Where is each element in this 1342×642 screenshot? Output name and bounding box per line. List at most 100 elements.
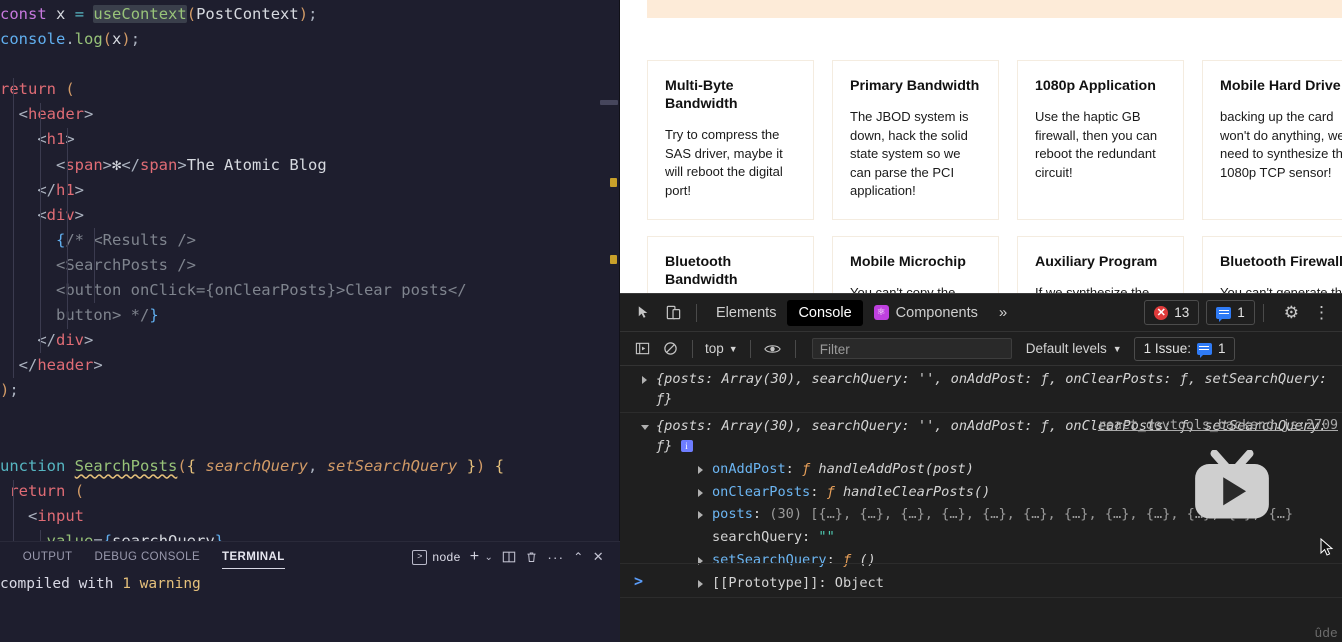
property-value: handleClearPosts() xyxy=(843,484,990,500)
terminal-shell-chip[interactable]: > node xyxy=(412,550,460,565)
expand-arrow-icon[interactable] xyxy=(698,466,703,474)
console-log-entry[interactable]: {posts: Array(30), searchQuery: '', onAd… xyxy=(620,366,1342,413)
post-card[interactable]: Bluetooth Bandwidth xyxy=(647,236,814,301)
console-output[interactable]: {posts: Array(30), searchQuery: '', onAd… xyxy=(620,366,1342,598)
console-property-row[interactable]: posts: (30) [{…}, {…}, {…}, {…}, {…}, {…… xyxy=(656,503,1342,526)
code-line: <header> xyxy=(0,102,620,127)
issues-label: 1 Issue: xyxy=(1144,341,1191,356)
panel-tab-terminal[interactable]: TERMINAL xyxy=(211,542,296,572)
panel-tab-output[interactable]: OUTPUT xyxy=(12,542,84,572)
chevron-down-icon[interactable]: ⌄ xyxy=(484,552,493,563)
function-keyword-icon: ƒ xyxy=(802,461,810,477)
post-card[interactable]: Auxiliary Program If we synthesize the xyxy=(1017,236,1184,301)
post-card[interactable]: Mobile Hard Drive backing up the card wo… xyxy=(1202,60,1342,220)
execution-context-selector[interactable]: top ▼ xyxy=(701,341,742,356)
log-levels-label: Default levels xyxy=(1026,341,1107,356)
panel-tab-bar: 2 OUTPUT DEBUG CONSOLE TERMINAL > node +… xyxy=(0,542,620,572)
message-count-badge[interactable]: 1 xyxy=(1206,300,1255,325)
post-card-body: The JBOD system is down, hack the solid … xyxy=(850,108,981,201)
expand-arrow-icon[interactable] xyxy=(698,489,703,497)
post-card[interactable]: Bluetooth Firewall You can't generate th… xyxy=(1202,236,1342,301)
devtools-panel: Elements Console ⚛ Components » ✕ 13 1 xyxy=(620,293,1342,642)
tab-components[interactable]: ⚛ Components xyxy=(863,300,989,326)
panel-tab-debug-console[interactable]: DEBUG CONSOLE xyxy=(83,542,211,572)
console-source-link[interactable]: react_devtools_backend.js:2709 xyxy=(1098,416,1338,436)
terminal-shell-label: node xyxy=(432,550,460,564)
indent-guide xyxy=(13,480,14,541)
expand-arrow-icon[interactable] xyxy=(642,376,647,384)
post-card-title: Bluetooth Bandwidth xyxy=(665,253,796,289)
property-value: (30) [{…}, {…}, {…}, {…}, {…}, {…}, {…},… xyxy=(769,506,1293,522)
inspect-element-icon[interactable] xyxy=(628,299,658,327)
panel-actions: > node + ⌄ ··· ⌃ ✕ xyxy=(412,548,614,566)
web-page: Multi-Byte Bandwidth Try to compress the… xyxy=(620,0,1342,300)
code-editor[interactable]: const x = useContext(PostContext); conso… xyxy=(0,0,620,541)
post-card-title: Mobile Microchip xyxy=(850,253,981,271)
close-icon[interactable]: ✕ xyxy=(593,549,604,565)
panel-tab-problems[interactable]: 2 xyxy=(0,542,12,572)
issues-badge[interactable]: 1 Issue: 1 xyxy=(1134,337,1236,361)
trash-icon[interactable] xyxy=(525,550,538,564)
tab-components-label: Components xyxy=(896,300,978,326)
post-card[interactable]: Primary Bandwidth The JBOD system is dow… xyxy=(832,60,999,220)
more-actions-icon[interactable]: ··· xyxy=(547,554,564,560)
clear-console-icon[interactable] xyxy=(656,336,684,362)
log-levels-selector[interactable]: Default levels ▼ xyxy=(1026,341,1122,356)
terminal-output[interactable]: compiled with 1 warning xyxy=(0,572,620,592)
chevron-down-icon: ▼ xyxy=(729,344,738,354)
property-name: searchQuery xyxy=(712,529,802,545)
post-card-title: Auxiliary Program xyxy=(1035,253,1166,271)
code-line: button> */} xyxy=(0,303,620,328)
minimap-slider[interactable] xyxy=(600,100,618,105)
screen-root: const x = useContext(PostContext); conso… xyxy=(0,0,1342,642)
console-property-row[interactable]: onAddPost: ƒ handleAddPost(post) xyxy=(656,458,1342,481)
chevron-down-icon: ▼ xyxy=(1113,344,1122,354)
code-line: {/* <Results /> xyxy=(0,228,620,253)
collapse-arrow-icon[interactable] xyxy=(641,425,649,430)
console-property-row[interactable]: onClearPosts: ƒ handleClearPosts() xyxy=(656,481,1342,504)
post-card[interactable]: 1080p Application Use the haptic GB fire… xyxy=(1017,60,1184,220)
device-toolbar-icon[interactable] xyxy=(658,299,688,327)
code-line: <h1> xyxy=(0,127,620,152)
post-card-title: Mobile Hard Drive xyxy=(1220,77,1342,95)
code-line: </header> xyxy=(0,353,620,378)
code-line: return ( xyxy=(0,77,620,102)
split-terminal-icon[interactable] xyxy=(502,550,516,564)
console-prompt[interactable]: > xyxy=(620,563,1342,598)
console-object-summary: {posts: Array(30), searchQuery: '', onAd… xyxy=(656,369,1342,409)
post-card[interactable]: Mobile Microchip You can't copy the xyxy=(832,236,999,301)
terminal-output-text: compiled with xyxy=(0,576,122,592)
post-card[interactable]: Multi-Byte Bandwidth Try to compress the… xyxy=(647,60,814,220)
vscode-status-bar xyxy=(0,624,620,642)
minimap-warning-marker xyxy=(610,255,617,264)
editor-minimap[interactable] xyxy=(598,0,620,541)
devtools-toolbar: Elements Console ⚛ Components » ✕ 13 1 xyxy=(620,294,1342,332)
chevron-up-icon[interactable]: ⌃ xyxy=(573,550,583,564)
error-count-badge[interactable]: ✕ 13 xyxy=(1144,300,1199,325)
execution-context-label: top xyxy=(705,341,724,356)
add-terminal-icon[interactable]: + xyxy=(470,548,480,566)
code-line: ); xyxy=(0,378,620,403)
console-filter-input[interactable]: Filter xyxy=(812,338,1012,359)
expand-arrow-icon[interactable] xyxy=(698,511,703,519)
more-tabs-icon[interactable]: » xyxy=(989,304,1017,321)
info-icon[interactable]: i xyxy=(681,440,693,452)
console-sidebar-icon[interactable] xyxy=(628,336,656,362)
kebab-menu-icon[interactable]: ⋮ xyxy=(1307,308,1336,317)
vscode-bottom-panel: 2 OUTPUT DEBUG CONSOLE TERMINAL > node +… xyxy=(0,541,620,624)
code-line: console.log(x); xyxy=(0,27,620,52)
code-line: value={searchQuery} xyxy=(0,529,620,541)
live-expression-icon[interactable] xyxy=(759,336,787,362)
indent-guide xyxy=(67,204,68,329)
console-property-row[interactable]: searchQuery: "" xyxy=(656,526,1342,549)
post-card-body: Try to compress the SAS driver, maybe it… xyxy=(665,126,796,200)
tab-elements[interactable]: Elements xyxy=(705,300,787,326)
minimap-warning-marker xyxy=(610,178,617,187)
code-line: </h1> xyxy=(0,178,620,203)
gear-icon[interactable]: ⚙ xyxy=(1272,303,1307,323)
code-line: <div> xyxy=(0,203,620,228)
tab-console[interactable]: Console xyxy=(787,300,862,326)
filter-divider xyxy=(692,340,693,358)
terminal-warning-count: 1 warning xyxy=(122,576,201,592)
toolbar-divider xyxy=(1263,304,1264,322)
